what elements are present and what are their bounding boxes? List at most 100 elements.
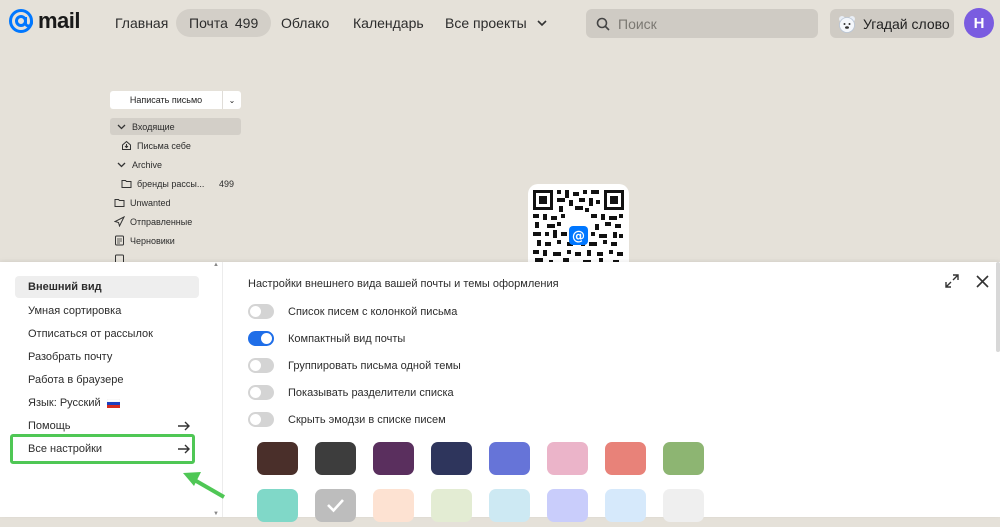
theme-swatch[interactable] [257, 442, 298, 475]
theme-swatch[interactable] [315, 489, 356, 522]
folder-notes-to-self[interactable]: Письма себе [121, 137, 191, 154]
toggle-row-dividers[interactable]: Показывать разделители списка [248, 384, 454, 401]
scroll-down-icon[interactable]: ▼ [213, 511, 219, 517]
toggle-label: Скрыть эмодзи в списке писем [288, 413, 446, 426]
theme-swatch[interactable] [547, 489, 588, 522]
compose-button[interactable]: Написать письмо ⌄ [110, 91, 241, 109]
nav-calendar[interactable]: Календарь [353, 9, 424, 37]
toggle-switch[interactable] [248, 385, 274, 400]
toggle-row-letter-column[interactable]: Список писем с колонкой письма [248, 303, 457, 320]
theme-swatch[interactable] [315, 442, 356, 475]
highlight-box [10, 434, 195, 464]
scrollbar[interactable] [996, 262, 1000, 352]
logo-text: mail [38, 8, 81, 33]
search-input[interactable]: Поиск [586, 9, 818, 38]
nav-calendar-label: Календарь [353, 15, 424, 31]
send-icon [114, 216, 125, 227]
settings-item-label: Умная сортировка [28, 305, 122, 317]
svg-text:@: @ [572, 229, 585, 244]
chevron-down-icon [117, 124, 126, 130]
chevron-down-icon [117, 162, 126, 168]
settings-item-label: Внешний вид [28, 281, 102, 293]
guess-word-button[interactable]: Угадай слово [830, 9, 954, 38]
compose-label: Написать письмо [129, 95, 203, 105]
toggle-label: Список писем с колонкой письма [288, 305, 458, 318]
settings-sidebar: ▲ Внешний вид Умная сортировка Отписатьс… [0, 262, 223, 517]
avatar[interactable]: Н [964, 8, 994, 38]
theme-swatch[interactable] [605, 489, 646, 522]
theme-swatch[interactable] [373, 489, 414, 522]
theme-swatch[interactable] [373, 442, 414, 475]
top-bar: mail Главная Почта 499 Облако Календарь … [0, 0, 1000, 46]
russia-flag-icon [106, 398, 120, 408]
nav-all-projects[interactable]: Все проекты [445, 9, 547, 37]
settings-item-label: Отписаться от рассылок [28, 328, 153, 340]
settings-item-unsubscribe[interactable]: Отписаться от рассылок [15, 323, 199, 345]
theme-swatch[interactable] [605, 442, 646, 475]
toggle-row-group-threads[interactable]: Группировать письма одной темы [248, 357, 461, 374]
toggle-label: Группировать письма одной темы [288, 359, 461, 372]
toggle-row-compact-view[interactable]: Компактный вид почты [248, 330, 405, 347]
folder-label: Черновики [130, 235, 175, 246]
toggle-label: Компактный вид почты [288, 332, 406, 345]
settings-item-browser[interactable]: Работа в браузере [15, 369, 199, 391]
theme-swatch[interactable] [663, 489, 704, 522]
theme-swatch[interactable] [431, 442, 472, 475]
unread-count: 499 [234, 15, 259, 31]
check-icon [327, 499, 344, 513]
chevron-down-icon[interactable]: ⌄ [223, 96, 241, 105]
folder-label: Входящие [132, 121, 175, 132]
scroll-up-icon[interactable]: ▲ [213, 262, 219, 268]
nav-home[interactable]: Главная [115, 9, 168, 37]
settings-item-appearance[interactable]: Внешний вид [15, 276, 199, 298]
folder-brands[interactable]: бренды рассы... 499 [121, 175, 246, 192]
draft-icon [115, 235, 124, 246]
nav-cloud-label: Облако [281, 15, 330, 31]
expand-icon[interactable] [945, 274, 959, 288]
toggle-switch[interactable] [248, 358, 274, 373]
guess-word-label: Угадай слово [863, 15, 950, 32]
toggle-switch[interactable] [248, 412, 274, 427]
settings-title: Настройки внешнего вида вашей почты и те… [248, 278, 559, 290]
settings-item-smart-sorting[interactable]: Умная сортировка [15, 300, 199, 322]
folder-label: Отправленные [130, 216, 193, 227]
folder-sent[interactable]: Отправленные [114, 213, 192, 230]
theme-swatch[interactable] [489, 489, 530, 522]
toggle-row-hide-emoji[interactable]: Скрыть эмодзи в списке писем [248, 411, 446, 428]
qr-code: @ [528, 184, 629, 264]
close-icon[interactable] [975, 274, 990, 289]
search-icon [596, 17, 610, 31]
folder-count: 499 [219, 178, 235, 189]
settings-item-label: Разобрать почту [28, 351, 113, 363]
folder-drafts[interactable]: Черновики [114, 232, 175, 249]
inbox-self-icon [122, 140, 131, 150]
nav-mail-label: Почта [189, 15, 228, 31]
toggle-switch[interactable] [248, 331, 274, 346]
toggle-switch[interactable] [248, 304, 274, 319]
arrow-right-icon [178, 421, 190, 431]
settings-item-label: Помощь [28, 420, 71, 432]
theme-swatch[interactable] [257, 489, 298, 522]
settings-item-sort-mail[interactable]: Разобрать почту [15, 346, 199, 368]
folder-unwanted[interactable]: Unwanted [114, 194, 171, 211]
nav-mail[interactable]: Почта 499 [176, 9, 272, 37]
folder-inbox[interactable]: Входящие [110, 118, 241, 135]
nav-cloud[interactable]: Облако [281, 9, 329, 37]
settings-panel: ▲ Внешний вид Умная сортировка Отписатьс… [0, 262, 1000, 522]
settings-item-label: Работа в браузере [28, 374, 124, 386]
folder-icon [121, 180, 132, 188]
theme-swatch[interactable] [663, 442, 704, 475]
qr-code-image: @ [533, 190, 624, 264]
theme-swatch[interactable] [489, 442, 530, 475]
folder-archive[interactable]: Archive [116, 156, 162, 173]
folder-label: Письма себе [137, 140, 191, 151]
search-placeholder: Поиск [618, 15, 657, 32]
chevron-down-icon [537, 20, 547, 27]
bear-icon [839, 15, 855, 33]
mail-logo[interactable]: mail [8, 8, 81, 34]
folder-label: Unwanted [130, 197, 171, 208]
theme-swatch[interactable] [547, 442, 588, 475]
folder-label: бренды рассы... [137, 178, 205, 189]
settings-item-language[interactable]: Язык: Русский [15, 392, 199, 414]
theme-swatch[interactable] [431, 489, 472, 522]
